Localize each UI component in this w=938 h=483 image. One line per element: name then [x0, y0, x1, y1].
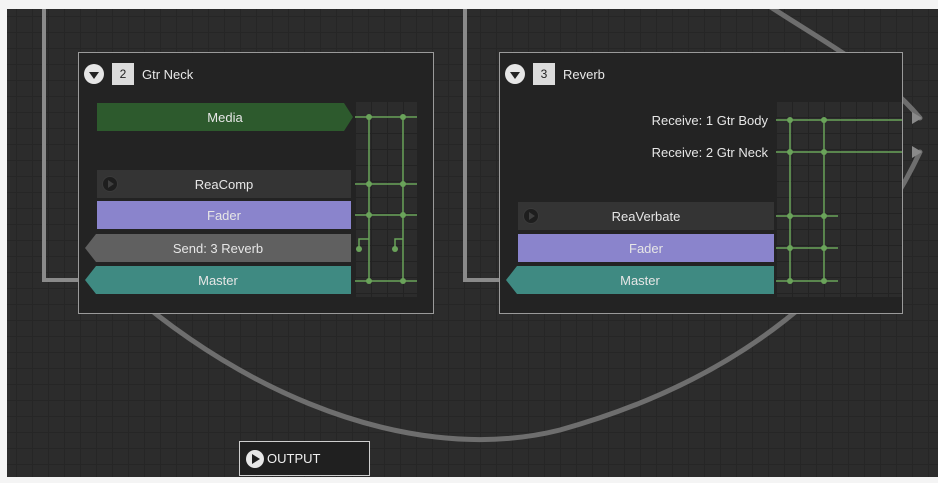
fx-row-reacomp[interactable]: ReaComp — [97, 170, 351, 198]
media-item-row[interactable]: Media — [97, 103, 353, 131]
send-row[interactable]: Send: 3 Reverb — [85, 234, 351, 262]
window-edge-bottom — [0, 477, 938, 483]
node-header: 2 Gtr Neck — [84, 63, 193, 85]
collapse-icon[interactable] — [84, 64, 104, 84]
fader-row[interactable]: Fader — [97, 201, 351, 229]
track-number: 3 — [533, 63, 555, 85]
master-row[interactable]: Master — [506, 266, 774, 294]
track-number: 2 — [112, 63, 134, 85]
receive-row-gtr-body[interactable]: Receive: 1 Gtr Body — [518, 106, 774, 134]
node-header: 3 Reverb — [505, 63, 605, 85]
play-circle-icon — [246, 449, 264, 468]
fx-row-reaverbate[interactable]: ReaVerbate — [518, 202, 774, 230]
receive-row-gtr-neck[interactable]: Receive: 2 Gtr Neck — [518, 138, 774, 166]
collapse-icon[interactable] — [505, 64, 525, 84]
window-edge-left — [0, 0, 7, 483]
fader-row[interactable]: Fader — [518, 234, 774, 262]
track-name: Gtr Neck — [142, 66, 194, 82]
pin-connector-lines — [776, 117, 902, 284]
output-button[interactable]: OUTPUT — [239, 441, 370, 476]
window-edge-top — [0, 0, 938, 9]
master-row[interactable]: Master — [85, 266, 351, 294]
pin-connector-lines — [355, 114, 417, 284]
fx-bypass-icon[interactable] — [102, 176, 118, 192]
track-node-reverb[interactable]: 3 Reverb Receive: 1 Gtr Body Receive: 2 … — [499, 52, 903, 314]
fx-bypass-icon[interactable] — [523, 208, 539, 224]
track-name: Reverb — [563, 66, 605, 82]
track-node-gtr-neck[interactable]: 2 Gtr Neck Media ReaComp Fader Send: 3 R… — [78, 52, 434, 314]
output-label: OUTPUT — [267, 451, 321, 466]
